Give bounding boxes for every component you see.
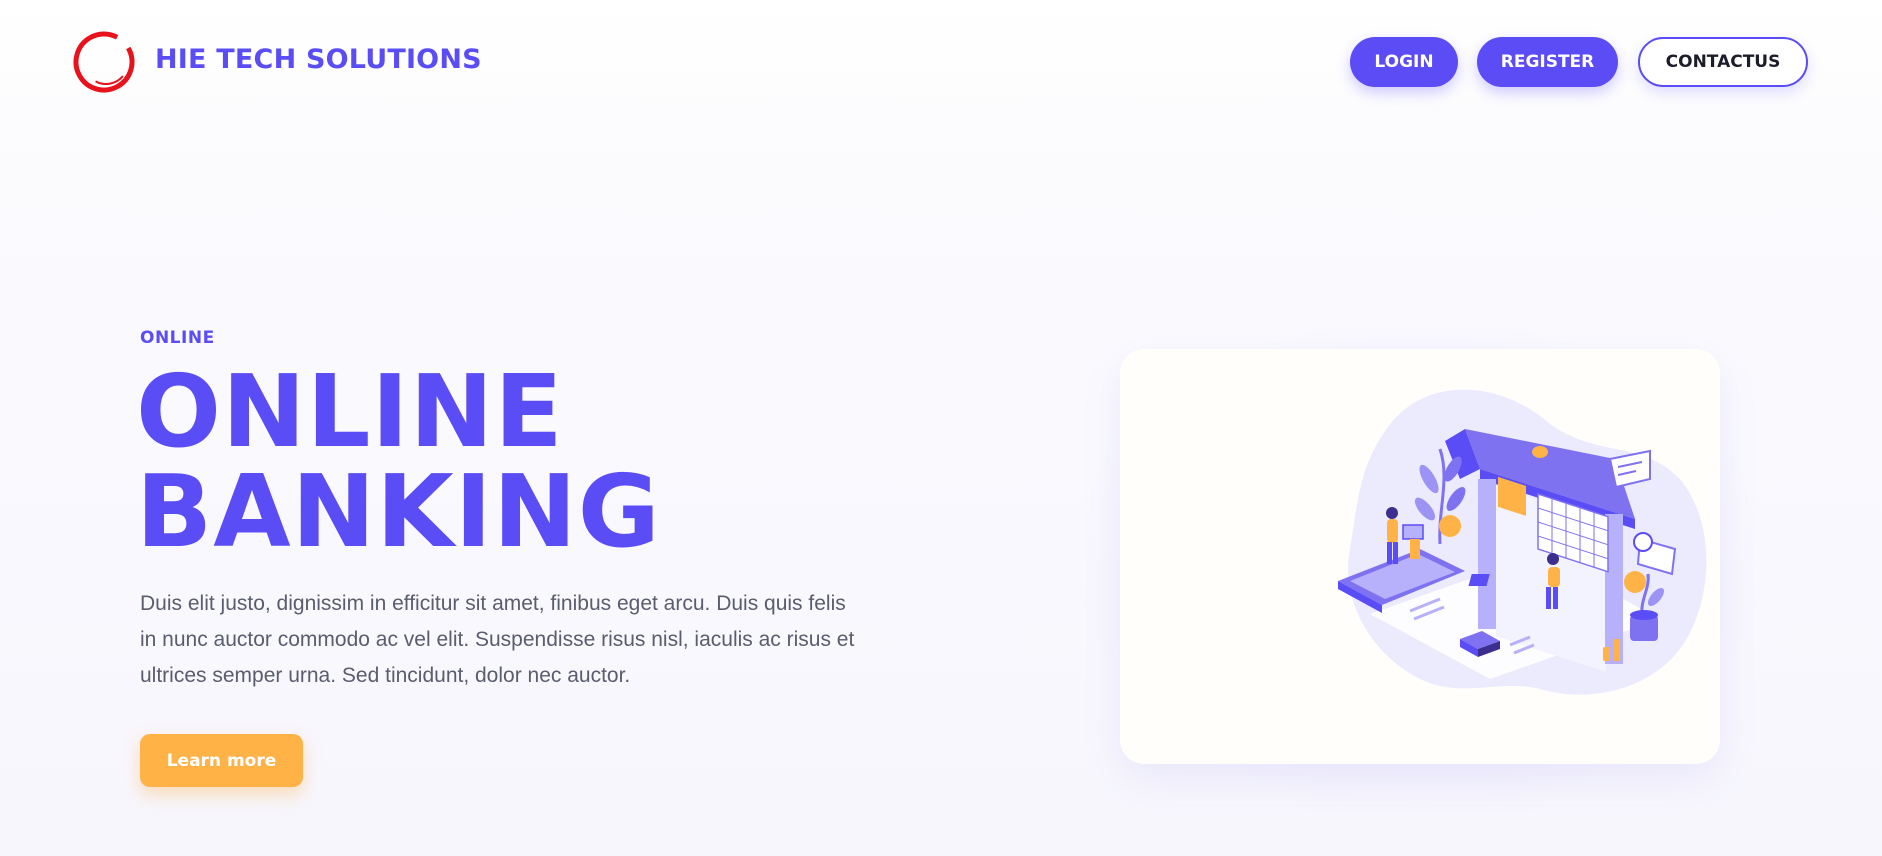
hero-headline-line1: ONLINE	[136, 353, 564, 470]
contact-button[interactable]: CONTACTUS	[1638, 37, 1808, 87]
site-header: HIE TECH SOLUTIONS LOGIN REGISTER CONTAC…	[0, 0, 1882, 124]
brand-name[interactable]: HIE TECH SOLUTIONS	[155, 44, 482, 75]
hero-image-card	[1120, 349, 1720, 764]
hero-headline: ONLINE BANKING	[136, 362, 661, 562]
login-button[interactable]: LOGIN	[1350, 37, 1458, 87]
hero-eyebrow: ONLINE	[140, 328, 215, 348]
hero-description: Duis elit justo, dignissim in efficitur …	[140, 592, 855, 687]
logo-icon[interactable]	[72, 28, 138, 96]
learn-more-button[interactable]: Learn more	[140, 734, 303, 787]
hero-headline-line2: BANKING	[136, 453, 661, 570]
online-banking-illustration-icon	[1338, 389, 1707, 695]
register-button[interactable]: REGISTER	[1477, 37, 1618, 87]
